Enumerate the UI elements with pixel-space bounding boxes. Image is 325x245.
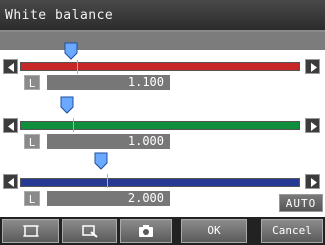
blue-slider-handle[interactable] xyxy=(94,152,108,174)
cancel-button[interactable]: Cancel xyxy=(261,219,323,243)
camera-button[interactable] xyxy=(120,219,172,243)
left-arrow-icon xyxy=(8,122,14,131)
right-arrow-icon xyxy=(311,178,317,187)
blue-channel-label: L xyxy=(24,191,40,206)
blue-increase-button[interactable] xyxy=(305,174,320,189)
auto-button[interactable]: AUTO xyxy=(279,194,323,212)
ok-button[interactable]: OK xyxy=(181,219,247,243)
blue-value-field[interactable]: 2.000 xyxy=(47,191,170,206)
green-slider-handle[interactable] xyxy=(60,96,74,118)
blue-channel-row: L 2.000 xyxy=(0,150,325,215)
left-arrow-icon xyxy=(8,178,14,187)
red-channel-row: L 1.100 xyxy=(0,40,325,90)
right-arrow-icon xyxy=(311,122,317,131)
zoom-icon xyxy=(81,225,98,238)
title-bar: White balance xyxy=(0,0,325,32)
slider-handle-icon xyxy=(94,152,108,170)
green-channel-label: L xyxy=(24,134,40,149)
window-title: White balance xyxy=(5,8,114,23)
red-slider-track[interactable] xyxy=(20,62,300,71)
red-channel-label: L xyxy=(24,75,40,90)
area-select-button[interactable] xyxy=(2,219,59,243)
green-value-field[interactable]: 1.000 xyxy=(47,134,170,149)
blue-slider-position xyxy=(107,174,108,188)
green-channel-row: L 1.000 xyxy=(0,94,325,149)
red-decrease-button[interactable] xyxy=(3,59,18,74)
left-arrow-icon xyxy=(8,63,14,72)
right-arrow-icon xyxy=(311,63,317,72)
bottom-toolbar: OK Cancel xyxy=(0,217,325,245)
blue-slider-track[interactable] xyxy=(20,178,300,187)
red-increase-button[interactable] xyxy=(305,59,320,74)
green-increase-button[interactable] xyxy=(305,118,320,133)
white-balance-screen: White balance L 1.100 L 1.000 L 2.000 AU… xyxy=(0,0,325,245)
area-select-icon xyxy=(22,225,39,237)
green-slider-position xyxy=(73,118,74,132)
slider-handle-icon xyxy=(60,96,74,114)
camera-icon xyxy=(139,225,153,237)
red-value-field[interactable]: 1.100 xyxy=(47,75,170,90)
red-slider-handle[interactable] xyxy=(64,42,78,64)
green-slider-track[interactable] xyxy=(20,121,300,130)
green-decrease-button[interactable] xyxy=(3,118,18,133)
zoom-button[interactable] xyxy=(62,219,117,243)
red-slider-position xyxy=(77,60,78,74)
slider-handle-icon xyxy=(64,42,78,60)
blue-decrease-button[interactable] xyxy=(3,174,18,189)
